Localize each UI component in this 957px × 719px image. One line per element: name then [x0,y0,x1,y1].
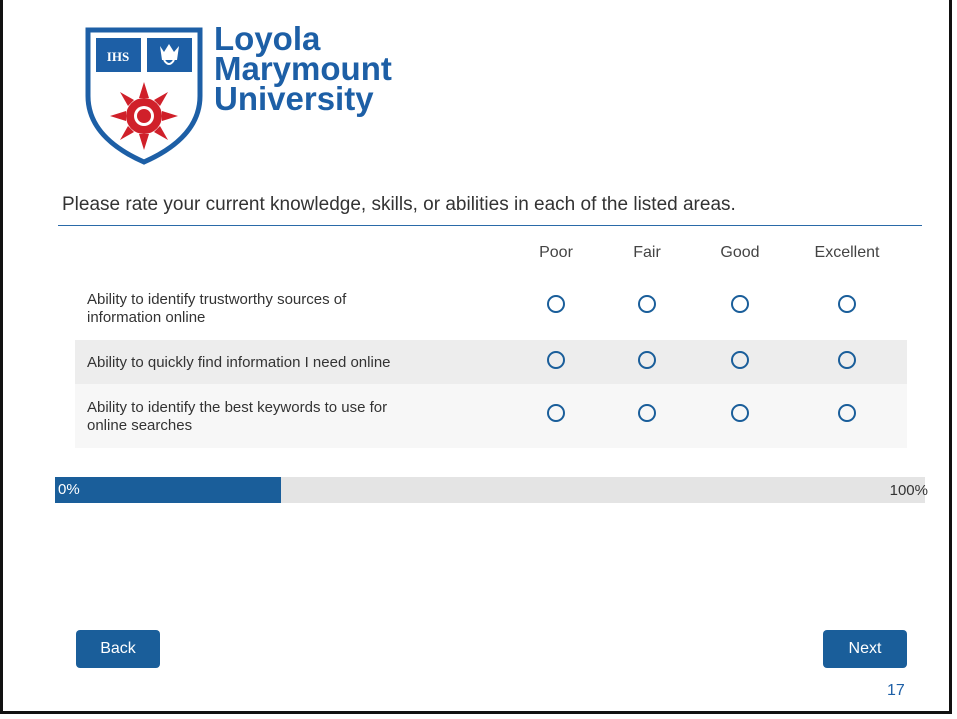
radio-poor[interactable] [547,351,565,369]
radio-poor[interactable] [547,295,565,313]
radio-good[interactable] [731,351,749,369]
row-label: Ability to identify the best keywords to… [87,399,388,434]
radio-excellent[interactable] [838,404,856,422]
page-number: 17 [887,682,905,699]
back-button[interactable]: Back [76,630,160,668]
radio-excellent[interactable] [838,295,856,313]
ihs-monogram: IHS [107,49,129,64]
progress-start-label: 0% [58,481,80,498]
next-button[interactable]: Next [823,630,907,668]
lmu-shield-icon: IHS [85,27,203,165]
matrix-row: Ability to quickly find information I ne… [75,340,907,384]
logo-wordmark: Loyola Marymount University [214,20,392,117]
radio-good[interactable] [731,295,749,313]
radio-excellent[interactable] [838,351,856,369]
question-prompt: Please rate your current knowledge, skil… [62,194,736,215]
radio-fair[interactable] [638,351,656,369]
scale-label-excellent: Excellent [814,244,880,261]
progress-bar: 0% 100% [55,477,928,503]
lmu-logo: IHS Loyola Marymount University [84,20,464,166]
row-label: Ability to identify trustworthy sources … [87,291,347,326]
radio-good[interactable] [731,404,749,422]
scale-label-poor: Poor [539,244,573,261]
matrix-row: Ability to identify the best keywords to… [75,384,907,448]
radio-poor[interactable] [547,404,565,422]
progress-fill [55,477,282,503]
scale-label-fair: Fair [633,244,661,261]
scale-label-good: Good [720,244,760,261]
progress-end-label: 100% [889,482,928,499]
radio-fair[interactable] [638,295,656,313]
matrix-row: Ability to identify trustworthy sources … [75,280,907,340]
radio-fair[interactable] [638,404,656,422]
question-divider [58,225,922,226]
row-label: Ability to quickly find information I ne… [87,354,391,371]
